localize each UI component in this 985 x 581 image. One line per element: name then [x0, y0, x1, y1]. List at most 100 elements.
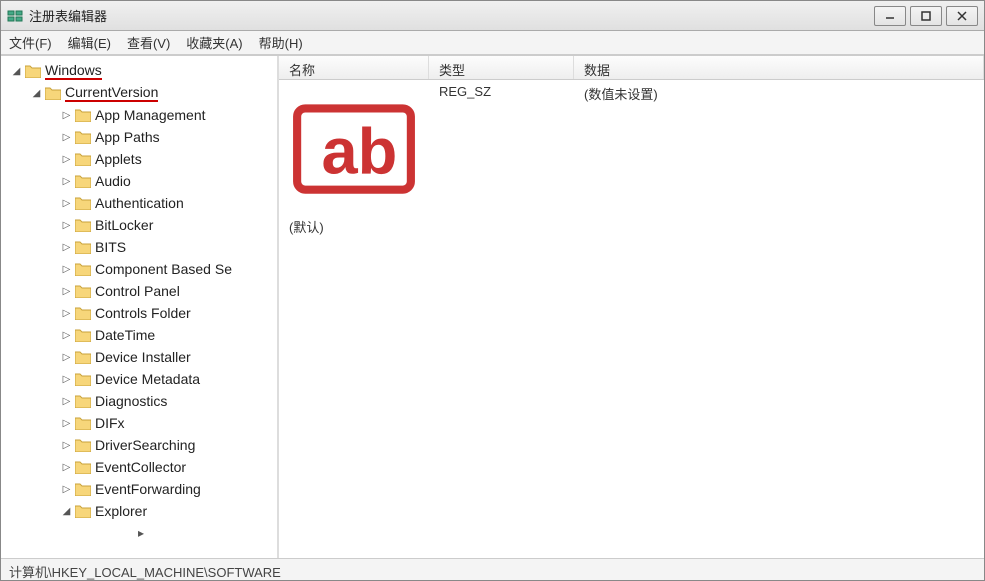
tree-label: DriverSearching [95, 437, 195, 453]
tree-node[interactable]: ▷Authentication [5, 192, 277, 214]
expand-icon[interactable]: ▷ [61, 242, 72, 253]
expand-indicator-icon: ▸ [5, 522, 277, 544]
folder-icon [75, 416, 91, 430]
expand-icon[interactable]: ▷ [61, 484, 72, 495]
expand-icon[interactable]: ▷ [61, 198, 72, 209]
folder-icon [75, 262, 91, 276]
expand-icon[interactable]: ▷ [61, 330, 72, 341]
folder-icon [75, 460, 91, 474]
list-body: ab (默认) REG_SZ (数值未设置) [279, 80, 984, 558]
expand-icon[interactable]: ▷ [61, 462, 72, 473]
close-button[interactable] [946, 6, 978, 26]
list-header: 名称 类型 数据 [279, 56, 984, 80]
tree-node[interactable]: ▷Controls Folder [5, 302, 277, 324]
expand-icon[interactable]: ◢ [61, 506, 72, 517]
window-title: 注册表编辑器 [29, 6, 870, 25]
tree-label: EventCollector [95, 459, 186, 475]
svg-text:ab: ab [322, 114, 398, 187]
menu-favorites[interactable]: 收藏夹(A) [186, 33, 242, 52]
tree-node-windows[interactable]: ◢ Windows [5, 60, 277, 82]
folder-icon [75, 108, 91, 122]
tree-node[interactable]: ▷ Component Based Se [5, 258, 277, 280]
folder-icon [75, 328, 91, 342]
menu-file[interactable]: 文件(F) [9, 33, 52, 52]
tree-node[interactable]: ▷ Control Panel [5, 280, 277, 302]
tree-node[interactable]: ▷Device Installer [5, 346, 277, 368]
folder-icon [75, 284, 91, 298]
expand-icon[interactable]: ▷ [61, 220, 72, 231]
expand-icon[interactable]: ▷ [61, 352, 72, 363]
expand-icon[interactable]: ▷ [61, 176, 72, 187]
titlebar: 注册表编辑器 [1, 1, 984, 31]
expand-icon[interactable]: ▷ [61, 396, 72, 407]
column-header-type[interactable]: 类型 [429, 56, 574, 79]
value-name: (默认) [289, 220, 324, 235]
tree-node[interactable]: ▷BITS [5, 236, 277, 258]
tree-label: Diagnostics [95, 393, 167, 409]
folder-icon [75, 504, 91, 518]
tree-node[interactable]: ▷ DriverSearching [5, 434, 277, 456]
folder-icon [75, 306, 91, 320]
statusbar: 计算机\HKEY_LOCAL_MACHINE\SOFTWARE [1, 558, 984, 580]
tree-label: DIFx [95, 415, 125, 431]
menu-view[interactable]: 查看(V) [127, 33, 170, 52]
tree-label: CurrentVersion [65, 84, 158, 102]
tree-node[interactable]: ▷ App Paths [5, 126, 277, 148]
folder-icon [75, 394, 91, 408]
tree-node[interactable]: ▷ DateTime [5, 324, 277, 346]
folder-icon [75, 240, 91, 254]
expand-icon[interactable]: ▷ [61, 286, 72, 297]
menu-edit[interactable]: 编辑(E) [68, 33, 111, 52]
tree-node[interactable]: ▷ DIFx [5, 412, 277, 434]
folder-icon [75, 196, 91, 210]
menu-help[interactable]: 帮助(H) [259, 33, 303, 52]
column-header-data[interactable]: 数据 [574, 56, 984, 79]
tree-label: BitLocker [95, 217, 153, 233]
tree-label: DateTime [95, 327, 155, 343]
cell-data: (数值未设置) [574, 84, 984, 236]
tree-label: Windows [45, 62, 102, 80]
tree-label: App Management [95, 107, 206, 123]
tree-node[interactable]: ▷Audio [5, 170, 277, 192]
folder-icon [75, 350, 91, 364]
tree-label: Control Panel [95, 283, 180, 299]
tree-node[interactable]: ▷ App Management [5, 104, 277, 126]
tree-label: App Paths [95, 129, 160, 145]
tree-node[interactable]: ▷ Device Metadata [5, 368, 277, 390]
tree-node-currentversion[interactable]: ◢ CurrentVersion [5, 82, 277, 104]
tree-label: Device Metadata [95, 371, 200, 387]
cell-name: ab (默认) [279, 84, 429, 236]
expand-icon[interactable]: ▷ [61, 154, 72, 165]
collapse-icon[interactable]: ◢ [11, 66, 22, 77]
folder-icon [45, 86, 61, 100]
tree-node[interactable]: ▷ Diagnostics [5, 390, 277, 412]
tree-node[interactable]: ◢Explorer [5, 500, 277, 522]
collapse-icon[interactable]: ◢ [31, 88, 42, 99]
folder-icon [75, 438, 91, 452]
window-controls [870, 6, 978, 26]
tree-node[interactable]: ▷ EventForwarding [5, 478, 277, 500]
tree-panel[interactable]: ◢ Windows ◢ CurrentVersion ▷ App Manageme… [1, 56, 279, 558]
list-panel: 名称 类型 数据 ab (默认) REG_SZ (数值未设置) [279, 56, 984, 558]
tree-node[interactable]: ▷ EventCollector [5, 456, 277, 478]
list-row[interactable]: ab (默认) REG_SZ (数值未设置) [279, 80, 984, 240]
tree-node[interactable]: ▷ BitLocker [5, 214, 277, 236]
string-value-icon: ab [289, 202, 419, 217]
tree-label: Component Based Se [95, 261, 232, 277]
minimize-button[interactable] [874, 6, 906, 26]
app-icon [7, 8, 23, 24]
expand-icon[interactable]: ▷ [61, 374, 72, 385]
tree-node[interactable]: ▷Applets [5, 148, 277, 170]
column-header-name[interactable]: 名称 [279, 56, 429, 79]
expand-icon[interactable]: ▷ [61, 440, 72, 451]
folder-icon [75, 130, 91, 144]
expand-icon[interactable]: ▷ [61, 264, 72, 275]
maximize-button[interactable] [910, 6, 942, 26]
expand-icon[interactable]: ▷ [61, 418, 72, 429]
folder-icon [75, 372, 91, 386]
expand-icon[interactable]: ▷ [61, 132, 72, 143]
expand-icon[interactable]: ▷ [61, 308, 72, 319]
tree-label: EventForwarding [95, 481, 201, 497]
expand-icon[interactable]: ▷ [61, 110, 72, 121]
cell-type: REG_SZ [429, 84, 574, 236]
